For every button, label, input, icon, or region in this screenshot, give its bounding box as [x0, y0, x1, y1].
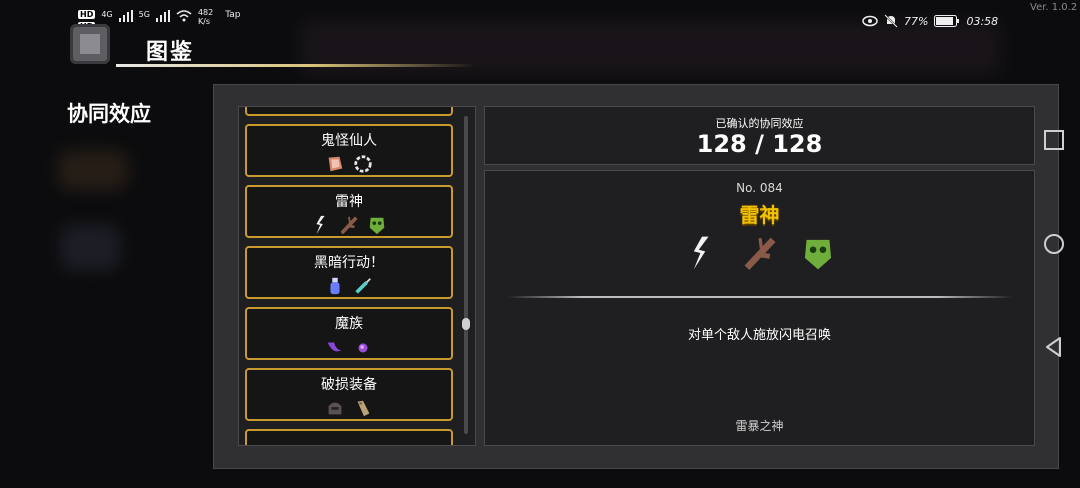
- synergy-card[interactable]: 鬼怪仙人: [245, 124, 453, 177]
- summary-count: 128 / 128: [696, 130, 823, 158]
- detail-description: 对单个敌人施放闪电召唤: [687, 328, 831, 343]
- version-label: Ver. 1.0.2: [1030, 2, 1078, 13]
- detail-icons: [485, 235, 1034, 271]
- detail-flavor: 雷暴之神: [735, 419, 784, 433]
- battery-percent: 77%: [904, 14, 929, 28]
- wifi-icon: [176, 10, 192, 22]
- hd-badge: HD: [78, 10, 96, 19]
- home-icon[interactable]: [1043, 233, 1065, 255]
- chain-icon: [354, 155, 372, 173]
- synergy-card-name: [247, 431, 451, 437]
- title-underline: [116, 64, 476, 67]
- lightning-icon: [693, 236, 709, 270]
- summary-label: 已确认的协同效应: [715, 117, 804, 130]
- speed-unit: K/s: [197, 17, 211, 26]
- page-title: 图鉴: [146, 40, 195, 65]
- signal-icon: [118, 10, 133, 22]
- synergy-card-name: 雷神: [335, 194, 363, 210]
- network-label: 4G: [101, 10, 113, 19]
- background-blur: [60, 225, 120, 270]
- scrollbar-track[interactable]: [464, 116, 468, 434]
- orb-icon: [358, 343, 368, 353]
- synergy-card-name: 魔族: [335, 316, 363, 332]
- synergy-card-icons: [247, 397, 451, 419]
- recent-apps-icon[interactable]: [1043, 129, 1065, 151]
- synergy-card[interactable]: 雷神: [245, 185, 453, 238]
- back-nav-icon[interactable]: [1043, 336, 1065, 358]
- clock: 03:58: [966, 14, 999, 28]
- meat-icon: [328, 156, 343, 172]
- synergy-card[interactable]: 魔族: [245, 307, 453, 360]
- mask-icon: [369, 217, 385, 235]
- eye-icon: [862, 15, 878, 27]
- lightning-icon: [316, 215, 325, 235]
- synergy-card-icons: [247, 275, 451, 297]
- synergy-card-icons: [247, 336, 451, 358]
- app-label: Tap: [225, 10, 241, 20]
- synergy-detail: No. 084 雷神 对单个敌人施放闪电召唤 雷暴之神: [484, 170, 1035, 446]
- gauntlet-icon: [357, 400, 370, 417]
- potion-icon: [330, 277, 340, 295]
- synergy-card-icons: [247, 440, 451, 445]
- back-button[interactable]: [70, 24, 110, 64]
- synergy-card[interactable]: 黑暗行动！: [245, 246, 453, 299]
- synergy-card-name: 破损装备: [321, 377, 377, 393]
- section-label: 协同效应: [67, 102, 151, 126]
- synergy-summary: 已确认的协同效应 128 / 128: [484, 106, 1035, 165]
- branch-icon: [340, 216, 358, 235]
- divider: [507, 296, 1013, 298]
- synergy-card[interactable]: [245, 429, 453, 445]
- mask-icon: [804, 239, 831, 270]
- background-blur: [58, 150, 128, 190]
- detail-name: 雷神: [739, 203, 780, 227]
- detail-number: No. 084: [736, 181, 783, 195]
- synergy-card-name: 黑暗行动！: [314, 255, 384, 271]
- branch-icon: [744, 237, 775, 270]
- network-label: 5G: [138, 10, 150, 19]
- battery-icon: [934, 15, 960, 27]
- signal-icon: [155, 10, 170, 22]
- synergy-card[interactable]: 破损装备: [245, 368, 453, 421]
- scrollbar-thumb[interactable]: [462, 317, 470, 330]
- synergy-card[interactable]: [245, 107, 453, 116]
- synergy-card-icons: [247, 153, 451, 175]
- synergy-card-icons: [247, 214, 451, 236]
- helmet-icon: [328, 402, 342, 415]
- speed-value: 482: [197, 8, 214, 17]
- synergy-list[interactable]: 鬼怪仙人雷神黑暗行动！ 魔族破损装备: [238, 106, 476, 446]
- tentacle-icon: [327, 342, 343, 352]
- mute-bell-icon: [884, 14, 898, 28]
- synergy-card-name: 鬼怪仙人: [321, 133, 377, 149]
- syringe-icon: [355, 278, 371, 294]
